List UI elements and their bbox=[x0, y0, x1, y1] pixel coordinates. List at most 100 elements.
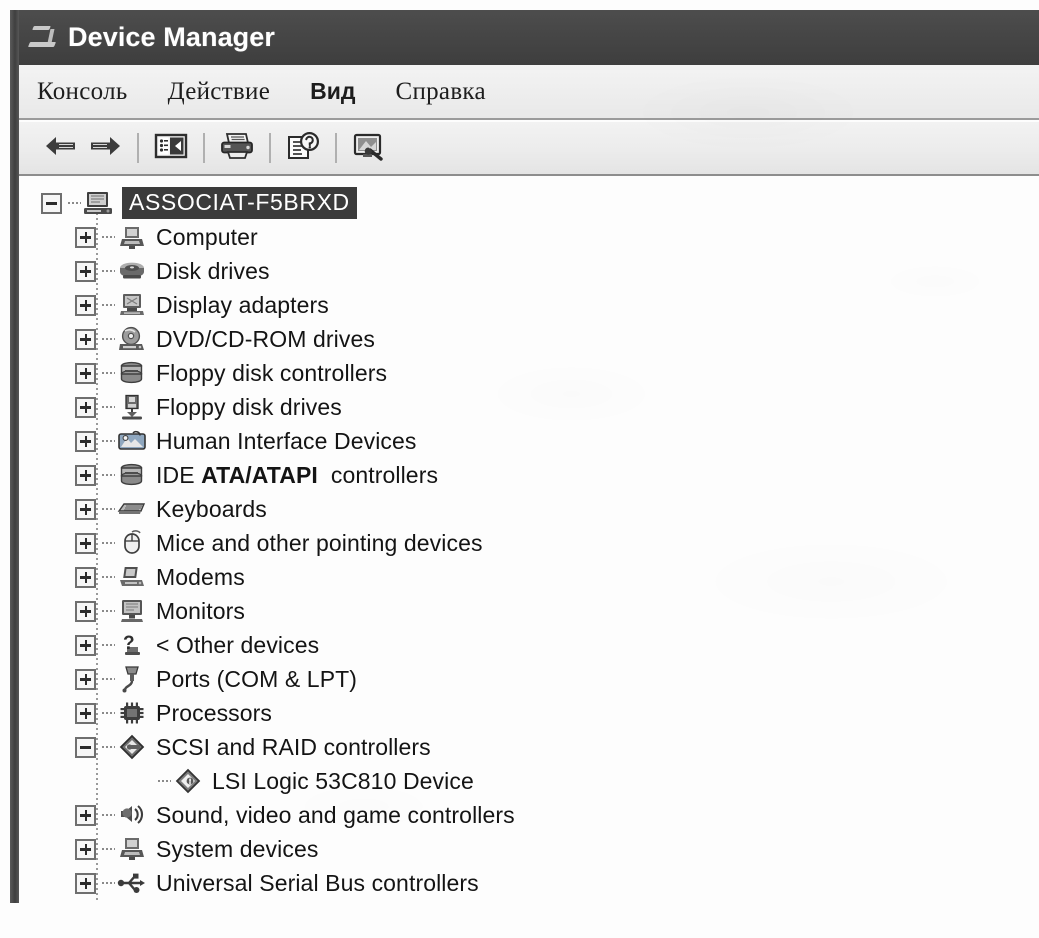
expander-plus-icon[interactable] bbox=[75, 430, 96, 452]
menu-item-konsol[interactable]: Консоль bbox=[37, 79, 128, 104]
tree-connector bbox=[102, 304, 115, 306]
tree-connector bbox=[102, 270, 115, 272]
modem-icon bbox=[117, 563, 147, 591]
toolbar-print-button[interactable] bbox=[215, 128, 259, 168]
toolbar-separator-4 bbox=[335, 133, 337, 163]
tree-node-label: Monitors bbox=[156, 597, 245, 624]
tree-connector bbox=[102, 236, 115, 238]
mouse-icon bbox=[117, 529, 147, 557]
tree-connector bbox=[102, 678, 115, 680]
tree-row-floppy-disk-controllers[interactable]: Floppy disk controllers bbox=[19, 356, 1039, 390]
expander-plus-icon[interactable] bbox=[75, 668, 96, 690]
expander-plus-icon[interactable] bbox=[75, 566, 96, 588]
expander-plus-icon[interactable] bbox=[75, 362, 96, 384]
tree-row-sound-video-game-controllers[interactable]: Sound, video and game controllers bbox=[19, 798, 1039, 832]
tree-row-ports[interactable]: Ports (COM & LPT) bbox=[19, 662, 1039, 696]
monitor-icon bbox=[117, 597, 147, 625]
forward-arrow-icon bbox=[88, 134, 122, 163]
expander-plus-icon[interactable] bbox=[75, 702, 96, 724]
tree-connector bbox=[102, 474, 115, 476]
controller-icon bbox=[117, 461, 147, 489]
tree-row-display-adapters[interactable]: Display adapters bbox=[19, 288, 1039, 322]
tree-row-system-devices[interactable]: System devices bbox=[19, 832, 1039, 866]
tree-row-lsi-logic-53c810-device[interactable]: LSI Logic 53C810 Device bbox=[19, 764, 1039, 798]
expander-plus-icon[interactable] bbox=[75, 226, 96, 248]
tree-row-root[interactable]: ASSOCIAT-F5BRXD bbox=[19, 186, 1039, 220]
tree-node-label: DVD/CD-ROM drives bbox=[156, 325, 375, 352]
expander-plus-icon[interactable] bbox=[75, 464, 96, 486]
tree-row-ide-ata-atapi-controllers[interactable]: IDE ATA/ATAPI controllers bbox=[19, 458, 1039, 492]
tree-node-label: Floppy disk drives bbox=[156, 393, 342, 420]
show-console-tree-icon bbox=[154, 132, 188, 165]
title-bar: Device Manager bbox=[19, 10, 1039, 65]
expander-plus-icon[interactable] bbox=[75, 872, 96, 894]
window-left-border bbox=[10, 10, 19, 903]
menu-bar[interactable]: Консоль Действие Вид Справка bbox=[19, 65, 1039, 120]
processor-icon bbox=[117, 699, 147, 727]
expander-plus-icon[interactable] bbox=[75, 260, 96, 282]
expander-plus-icon[interactable] bbox=[75, 804, 96, 826]
tree-row-usb-controllers[interactable]: Universal Serial Bus controllers bbox=[19, 866, 1039, 900]
scanned-page: Device Manager Консоль Действие Вид Спра… bbox=[0, 0, 1039, 938]
tree-row-floppy-disk-drives[interactable]: Floppy disk drives bbox=[19, 390, 1039, 424]
expander-plus-icon[interactable] bbox=[75, 396, 96, 418]
expander-minus-icon[interactable] bbox=[75, 736, 96, 758]
tree-connector bbox=[102, 882, 115, 884]
tree-connector bbox=[102, 848, 115, 850]
tree-row-computer[interactable]: Computer bbox=[19, 220, 1039, 254]
toolbar-back-button[interactable] bbox=[39, 128, 83, 168]
menu-item-spravka[interactable]: Справка bbox=[395, 79, 485, 104]
expander-plus-icon[interactable] bbox=[75, 838, 96, 860]
tree-row-dvd-cdrom-drives[interactable]: DVD/CD-ROM drives bbox=[19, 322, 1039, 356]
hid-icon bbox=[117, 427, 147, 455]
device-tree-pane[interactable]: ASSOCIAT-F5BRXD Computer Disk drives Dis… bbox=[19, 178, 1039, 903]
toolbar-scan-hardware-button[interactable] bbox=[347, 128, 391, 168]
menu-item-deystvie[interactable]: Действие bbox=[168, 79, 271, 104]
tree-node-label: Human Interface Devices bbox=[156, 427, 417, 454]
tree-node-label: Modems bbox=[156, 563, 245, 590]
tree-connector bbox=[102, 644, 115, 646]
expander-plus-icon[interactable] bbox=[75, 294, 96, 316]
expander-minus-icon[interactable] bbox=[41, 192, 62, 214]
tree-row-scsi-raid-controllers[interactable]: SCSI and RAID controllers bbox=[19, 730, 1039, 764]
tree-row-monitors[interactable]: Monitors bbox=[19, 594, 1039, 628]
console-mmc-icon bbox=[27, 22, 61, 56]
toolbar-properties-button[interactable] bbox=[281, 128, 325, 168]
tree-row-processors[interactable]: Processors bbox=[19, 696, 1039, 730]
sound-icon bbox=[117, 801, 147, 829]
expander-none-placeholder bbox=[131, 771, 152, 792]
device-tree: ASSOCIAT-F5BRXD Computer Disk drives Dis… bbox=[19, 186, 1039, 900]
tree-row-disk-drives[interactable]: Disk drives bbox=[19, 254, 1039, 288]
scsi-raid-icon bbox=[117, 733, 147, 761]
tree-connector bbox=[102, 610, 115, 612]
expander-plus-icon[interactable] bbox=[75, 328, 96, 350]
tree-row-other-devices[interactable]: ? < Other devices bbox=[19, 628, 1039, 662]
tree-row-human-interface-devices[interactable]: Human Interface Devices bbox=[19, 424, 1039, 458]
tree-row-keyboards[interactable]: Keyboards bbox=[19, 492, 1039, 526]
tree-node-label: SCSI and RAID controllers bbox=[156, 733, 431, 760]
tree-row-modems[interactable]: Modems bbox=[19, 560, 1039, 594]
toolbar-show-tree-button[interactable] bbox=[149, 128, 193, 168]
toolbar[interactable] bbox=[19, 122, 1039, 176]
tree-node-label: Universal Serial Bus controllers bbox=[156, 869, 479, 896]
tree-node-label: Sound, video and game controllers bbox=[156, 801, 515, 828]
tree-node-label: < Other devices bbox=[156, 631, 320, 658]
tree-node-label: System devices bbox=[156, 835, 319, 862]
toolbar-forward-button[interactable] bbox=[83, 128, 127, 168]
expander-plus-icon[interactable] bbox=[75, 498, 96, 520]
tree-connector bbox=[158, 780, 171, 782]
expander-plus-icon[interactable] bbox=[75, 532, 96, 554]
expander-plus-icon[interactable] bbox=[75, 600, 96, 622]
menu-item-vid[interactable]: Вид bbox=[310, 80, 355, 103]
tree-connector bbox=[102, 746, 115, 748]
tree-connector bbox=[102, 712, 115, 714]
unknown-device-icon: ? bbox=[117, 631, 147, 659]
tree-connector bbox=[102, 338, 115, 340]
usb-icon bbox=[117, 869, 147, 897]
toolbar-separator-3 bbox=[269, 133, 271, 163]
tree-node-label: Mice and other pointing devices bbox=[156, 529, 483, 556]
expander-plus-icon[interactable] bbox=[75, 634, 96, 656]
tree-row-mice-pointing-devices[interactable]: Mice and other pointing devices bbox=[19, 526, 1039, 560]
floppy-drive-icon bbox=[117, 393, 147, 421]
window-title: Device Manager bbox=[68, 22, 275, 52]
